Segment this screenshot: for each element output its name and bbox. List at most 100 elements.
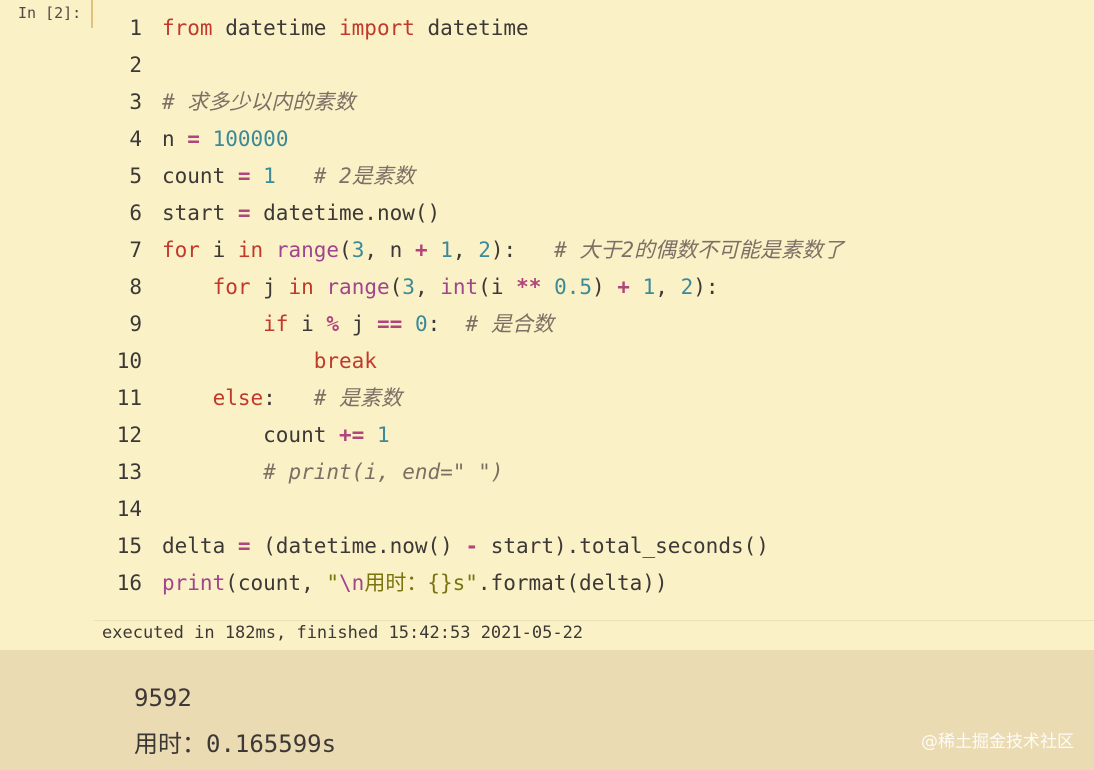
- code-line[interactable]: 3 # 求多少以内的素数: [94, 84, 1094, 121]
- line-source: start = datetime.now(): [162, 195, 440, 232]
- code-token: for: [162, 238, 200, 262]
- code-token: \n: [339, 571, 365, 595]
- code-line[interactable]: 8 for j in range(3, int(i ** 0.5) + 1, 2…: [94, 269, 1094, 306]
- code-token: # print(i, end=" "): [263, 460, 504, 484]
- code-token: range: [326, 275, 390, 299]
- code-token: +: [617, 275, 630, 299]
- code-line[interactable]: 15 delta = (datetime.now() - start).total…: [94, 528, 1094, 565]
- code-token: else: [212, 386, 264, 410]
- code-token: 0: [414, 312, 428, 336]
- code-token: i: [288, 312, 327, 336]
- code-token: datetime.now(): [250, 201, 441, 225]
- code-token: count: [162, 423, 340, 447]
- code-token: # 求多少以内的素数: [162, 90, 356, 114]
- code-cell[interactable]: In [2]: 1 from datetime import datetime 2 3…: [0, 0, 1094, 650]
- cell-prompt: In [2]:: [18, 4, 82, 22]
- code-line[interactable]: 13 # print(i, end=" "): [94, 454, 1094, 491]
- line-source: count = 1 # 2是素数: [162, 158, 415, 195]
- code-line[interactable]: 14: [94, 491, 1094, 528]
- code-token: %: [326, 312, 340, 336]
- code-token: =: [187, 127, 200, 151]
- line-number: 10: [116, 349, 142, 373]
- line-source: # 求多少以内的素数: [162, 84, 355, 121]
- code-line[interactable]: 16 print(count, "\n用时：{}s".format(delta)): [94, 565, 1094, 602]
- code-token: ):: [693, 275, 719, 299]
- line-number: 7: [129, 238, 142, 262]
- code-token: 1: [263, 164, 276, 188]
- code-token: +: [414, 238, 428, 262]
- code-token: (: [339, 238, 352, 262]
- line-number: 2: [129, 53, 142, 77]
- code-token: datetime: [414, 16, 529, 40]
- code-token: =: [237, 201, 251, 225]
- code-token: int: [440, 275, 479, 299]
- line-number: 3: [129, 90, 142, 114]
- code-line[interactable]: 12 count += 1: [94, 417, 1094, 454]
- code-line[interactable]: 2: [94, 47, 1094, 84]
- code-token: # 2是素数: [313, 164, 415, 188]
- line-number: 6: [129, 201, 142, 225]
- code-token: :: [263, 386, 314, 410]
- code-token: in: [237, 238, 264, 262]
- code-token: range: [275, 238, 340, 262]
- exec-divider: [94, 620, 1094, 621]
- code-token: j: [250, 275, 289, 299]
- line-source: break: [162, 343, 377, 380]
- code-token: # 大于2的偶数不可能是素数了: [554, 238, 845, 262]
- line-source: for i in range(3, n + 1, 2): # 大于2的偶数不可能…: [162, 232, 844, 269]
- line-number: 16: [116, 571, 142, 595]
- code-token: i: [199, 238, 238, 262]
- line-number: 5: [129, 164, 142, 188]
- code-token: break: [313, 349, 377, 373]
- code-token: ": [326, 571, 340, 595]
- code-token: start: [162, 201, 238, 225]
- execution-info: executed in 182ms, finished 15:42:53 202…: [102, 623, 584, 643]
- code-line[interactable]: 5 count = 1 # 2是素数: [94, 158, 1094, 195]
- code-token: datetime: [212, 16, 340, 40]
- code-token: :: [427, 312, 466, 336]
- line-source: from datetime import datetime: [162, 10, 529, 47]
- code-line[interactable]: 10 break: [94, 343, 1094, 380]
- output-time: 用时：0.165599s: [134, 730, 337, 758]
- code-line[interactable]: 1 from datetime import datetime: [94, 10, 1094, 47]
- line-source: else: # 是素数: [162, 380, 402, 417]
- line-source: if i % j == 0: # 是合数: [162, 306, 554, 343]
- code-token: ,: [452, 238, 479, 262]
- code-token: for: [212, 275, 251, 299]
- code-token: ==: [376, 312, 403, 336]
- line-number: 12: [116, 423, 142, 447]
- line-number: 8: [129, 275, 142, 299]
- code-token: j: [339, 312, 377, 336]
- code-token: 3: [351, 238, 365, 262]
- code-line[interactable]: 7 for i in range(3, n + 1, 2): # 大于2的偶数不可…: [94, 232, 1094, 269]
- code-token: ,: [655, 275, 681, 299]
- watermark: @稀土掘金技术社区: [921, 732, 1074, 752]
- code-line[interactable]: 9 if i % j == 0: # 是合数: [94, 306, 1094, 343]
- code-token: print: [162, 571, 226, 595]
- line-number: 11: [116, 386, 142, 410]
- code-editor[interactable]: 1 from datetime import datetime 2 3 # 求多少以内的…: [94, 10, 1094, 602]
- code-line[interactable]: 11 else: # 是素数: [94, 380, 1094, 417]
- code-token: # 是合数: [465, 312, 554, 336]
- code-line[interactable]: 6 start = datetime.now(): [94, 195, 1094, 232]
- line-number: 13: [116, 460, 142, 484]
- line-source: for j in range(3, int(i ** 0.5) + 1, 2):: [162, 269, 719, 306]
- code-line[interactable]: 4n = 100000: [94, 121, 1094, 158]
- code-token: ): [592, 275, 618, 299]
- code-token: 100000: [212, 127, 289, 151]
- line-source: delta = (datetime.now() - start).total_s…: [162, 528, 769, 565]
- code-token: delta: [162, 534, 238, 558]
- line-number: 9: [129, 312, 142, 336]
- code-token: 1: [642, 275, 656, 299]
- cell-selection-bar: [91, 0, 93, 28]
